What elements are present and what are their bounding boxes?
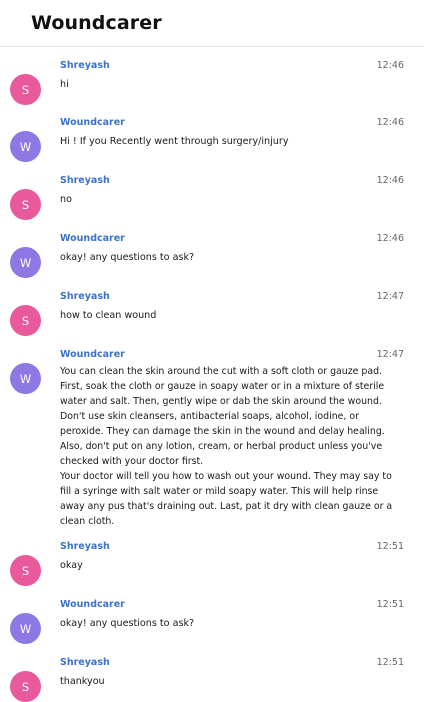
avatar: S xyxy=(10,189,41,220)
avatar: W xyxy=(10,131,41,162)
message-time: 12:47 xyxy=(376,291,404,302)
chat-title: Woundcarer xyxy=(31,12,162,34)
avatar: W xyxy=(10,613,41,644)
message-text: You can clean the skin around the cut wi… xyxy=(60,366,393,527)
message-item: W Woundcarer 12:51 okay! any questions t… xyxy=(0,599,424,644)
avatar: W xyxy=(10,247,41,278)
sender-name: Woundcarer xyxy=(60,117,125,128)
message-text: how to clean wound xyxy=(60,310,157,321)
message-text: no xyxy=(60,194,72,205)
sender-name: Woundcarer xyxy=(60,349,125,360)
message-time: 12:46 xyxy=(376,233,404,244)
message-item: S Shreyash 12:47 how to clean wound xyxy=(0,291,424,336)
message-time: 12:51 xyxy=(376,541,404,552)
message-item: S Shreyash 12:46 hi xyxy=(0,60,424,105)
message-item: W Woundcarer 12:46 okay! any questions t… xyxy=(0,233,424,278)
message-item: S Shreyash 12:51 thankyou xyxy=(0,657,424,702)
avatar: S xyxy=(10,305,41,336)
sender-name: Shreyash xyxy=(60,541,110,552)
message-item: S Shreyash 12:51 okay xyxy=(0,541,424,586)
sender-name: Shreyash xyxy=(60,291,110,302)
message-item: S Shreyash 12:46 no xyxy=(0,175,424,220)
message-time: 12:51 xyxy=(376,599,404,610)
message-text: thankyou xyxy=(60,676,105,687)
message-item: W Woundcarer 12:47 You can clean the ski… xyxy=(0,349,424,529)
message-item: W Woundcarer 12:46 Hi ! If you Recently … xyxy=(0,117,424,162)
avatar: S xyxy=(10,555,41,586)
sender-name: Shreyash xyxy=(60,175,110,186)
message-text: hi xyxy=(60,79,69,90)
chat-header: Woundcarer xyxy=(0,0,424,47)
message-text: okay! any questions to ask? xyxy=(60,618,195,629)
sender-name: Woundcarer xyxy=(60,599,125,610)
message-time: 12:51 xyxy=(376,657,404,668)
sender-name: Shreyash xyxy=(60,60,110,71)
message-text: Hi ! If you Recently went through surger… xyxy=(60,136,289,147)
sender-name: Woundcarer xyxy=(60,233,125,244)
message-text: okay xyxy=(60,560,83,571)
avatar: S xyxy=(10,671,41,702)
message-time: 12:47 xyxy=(376,349,404,360)
message-time: 12:46 xyxy=(376,117,404,128)
message-text: okay! any questions to ask? xyxy=(60,252,195,263)
message-list: S Shreyash 12:46 hi W Woundcarer 12:46 H… xyxy=(0,60,424,702)
message-time: 12:46 xyxy=(376,175,404,186)
avatar: W xyxy=(10,363,41,394)
avatar: S xyxy=(10,74,41,105)
sender-name: Shreyash xyxy=(60,657,110,668)
message-time: 12:46 xyxy=(376,60,404,71)
